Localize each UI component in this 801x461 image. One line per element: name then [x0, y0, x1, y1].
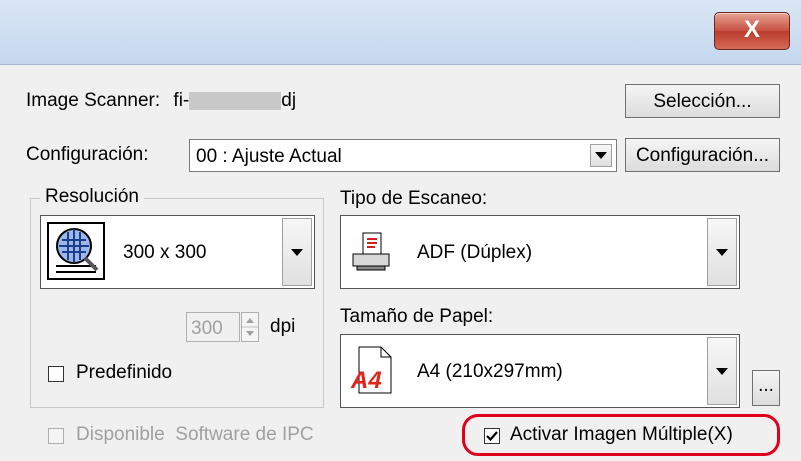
- predefined-checkbox[interactable]: [48, 366, 64, 382]
- scan-type-value: ADF (Dúplex): [417, 242, 533, 263]
- scanner-settings-dialog: X Image Scanner: fi-dj Selección... Conf…: [0, 0, 801, 461]
- scanner-model-suffix: dj: [281, 90, 297, 111]
- dpi-value: 300: [191, 318, 223, 339]
- redacted-model-block: [189, 91, 282, 110]
- dpi-spinner[interactable]: [241, 312, 259, 342]
- paper-size-value: A4 (210x297mm): [417, 361, 563, 382]
- configuration-dropdown-button[interactable]: [590, 144, 612, 167]
- chevron-down-icon: [716, 367, 728, 375]
- adf-scanner-icon: [349, 230, 393, 274]
- chevron-down-icon: [291, 248, 303, 256]
- scan-type-dropdown-button[interactable]: [707, 218, 737, 286]
- resolution-value: 300 x 300: [123, 242, 207, 263]
- close-button[interactable]: X: [714, 12, 790, 50]
- image-scanner-label: Image Scanner: fi-dj: [26, 90, 296, 112]
- paper-size-label: Tamaño de Papel:: [340, 306, 494, 327]
- resolution-group-label: Resolución: [40, 186, 144, 208]
- paper-size-dropdown-button[interactable]: [707, 337, 737, 405]
- resolution-select[interactable]: 300 x 300: [40, 215, 315, 289]
- predefined-label: Predefinido: [76, 362, 173, 383]
- configuration-select[interactable]: 00 : Ajuste Actual: [189, 139, 617, 172]
- configuration-value: 00 : Ajuste Actual: [196, 146, 342, 167]
- paper-size-select[interactable]: A4 A4 (210x297mm): [340, 334, 740, 408]
- select-scanner-button[interactable]: Selección...: [625, 84, 780, 118]
- scanner-model-prefix: fi-: [173, 90, 190, 111]
- chevron-down-icon: [595, 152, 607, 159]
- image-scanner-caption: Image Scanner:: [26, 90, 161, 111]
- title-bar: [0, 0, 801, 65]
- configuration-button[interactable]: Configuración...: [625, 138, 780, 172]
- ipc-software-checkbox[interactable]: [48, 428, 64, 444]
- multi-image-checkbox[interactable]: [484, 428, 500, 444]
- a4-paper-icon: A4: [349, 345, 397, 397]
- spinner-arrows-icon: [242, 318, 258, 336]
- a4-icon-text: A4: [351, 367, 382, 394]
- check-icon: [486, 431, 498, 442]
- scan-type-select[interactable]: ADF (Dúplex): [340, 215, 740, 289]
- chevron-down-icon: [716, 248, 728, 256]
- ipc-software-label: Disponible Software de IPC: [76, 424, 314, 445]
- dpi-input[interactable]: 300: [186, 312, 240, 342]
- resolution-icon: [47, 222, 105, 280]
- scan-type-label: Tipo de Escaneo:: [340, 188, 488, 209]
- resolution-dropdown-button[interactable]: [282, 218, 312, 286]
- multi-image-label: Activar Imagen Múltiple(X): [510, 424, 733, 445]
- configuration-label: Configuración:: [26, 144, 149, 165]
- paper-size-more-button[interactable]: ...: [752, 370, 780, 406]
- dpi-unit-label: dpi: [270, 316, 296, 337]
